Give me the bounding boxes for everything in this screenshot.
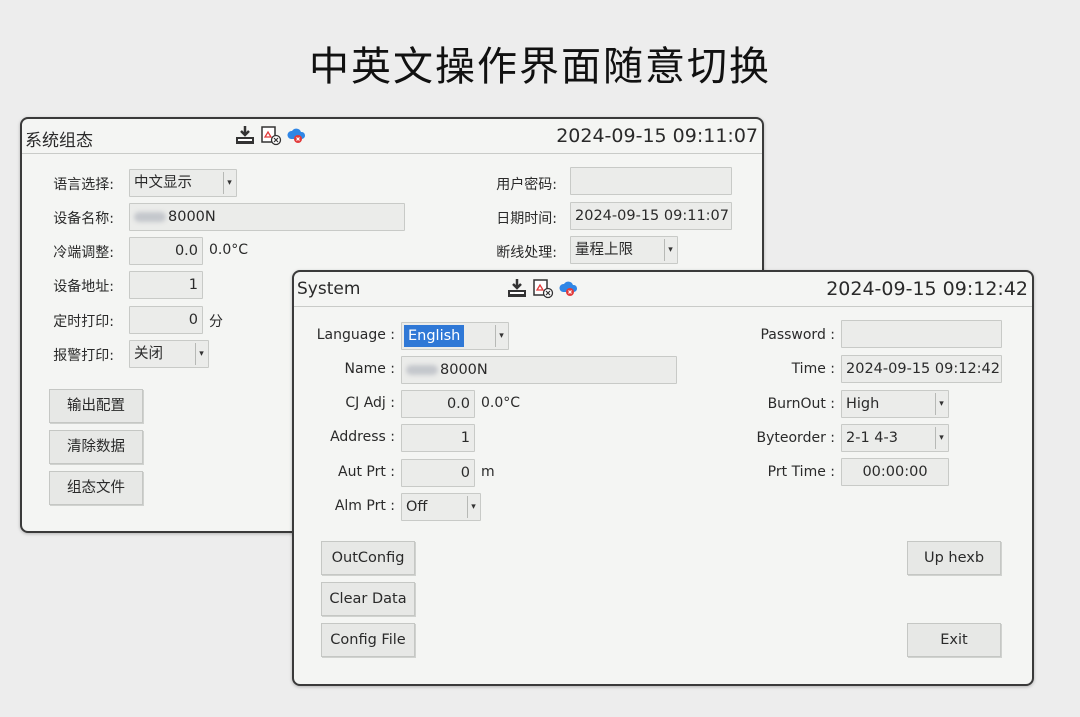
clear-data-button[interactable]: Clear Data xyxy=(321,582,415,616)
address-field[interactable]: 1 xyxy=(129,271,203,299)
redacted-mark xyxy=(406,365,438,375)
page-headline: 中英文操作界面随意切换 xyxy=(309,44,771,90)
datetime-label: 日期时间: xyxy=(496,211,557,227)
auto-print-unit: m xyxy=(481,464,495,480)
timer-print-field[interactable]: 0 xyxy=(129,306,203,334)
cj-adjust-field[interactable]: 0.0 xyxy=(401,390,475,418)
password-field[interactable] xyxy=(570,167,732,195)
address-label: Address : xyxy=(330,429,395,445)
language-label: Language : xyxy=(316,327,395,343)
clock-readout: 2024-09-15 09:12:42 xyxy=(826,278,1028,300)
timer-unit: 分 xyxy=(209,314,223,330)
timer-print-label: 定时打印: xyxy=(53,314,114,330)
out-config-button[interactable]: OutConfig xyxy=(321,541,415,575)
print-time-field[interactable]: 00:00:00 xyxy=(841,458,949,486)
out-config-button[interactable]: 输出配置 xyxy=(49,389,143,423)
language-select[interactable]: English ▾ xyxy=(401,322,509,350)
address-label: 设备地址: xyxy=(53,279,114,295)
byteorder-label: Byteorder : xyxy=(756,430,836,446)
screen-title: 系统组态 xyxy=(25,131,93,151)
config-file-button[interactable]: Config File xyxy=(321,623,415,657)
address-field[interactable]: 1 xyxy=(401,424,475,452)
print-time-label: Prt Time : xyxy=(767,464,835,480)
time-field[interactable]: 2024-09-15 09:12:42 xyxy=(841,355,1002,383)
cj-unit: 0.0°C xyxy=(209,242,249,258)
language-label: 语言选择: xyxy=(53,177,114,193)
clear-data-button[interactable]: 清除数据 xyxy=(49,430,143,464)
chevron-down-icon: ▾ xyxy=(195,343,207,365)
byteorder-select[interactable]: 2-1 4-3 ▾ xyxy=(841,424,949,452)
alarm-doc-icon[interactable] xyxy=(260,124,282,146)
screen-title: System xyxy=(297,279,361,299)
title-bar: 系统组态 2024-09-15 09:11:07 xyxy=(22,119,762,154)
alarm-print-select[interactable]: 关闭 ▾ xyxy=(129,340,209,368)
cj-adjust-label: 冷端调整: xyxy=(53,245,114,261)
burnout-label: BurnOut : xyxy=(767,396,835,412)
auto-print-label: Aut Prt : xyxy=(338,464,395,480)
chevron-down-icon: ▾ xyxy=(495,325,507,347)
password-label: Password : xyxy=(760,327,835,343)
device-name-label: Name : xyxy=(344,361,395,377)
cj-adjust-field[interactable]: 0.0 xyxy=(129,237,203,265)
password-field[interactable] xyxy=(841,320,1002,348)
cj-unit: 0.0°C xyxy=(481,395,521,411)
download-tray-icon[interactable] xyxy=(234,124,256,146)
chevron-down-icon: ▾ xyxy=(935,427,947,449)
config-file-button[interactable]: 组态文件 xyxy=(49,471,143,505)
redacted-mark xyxy=(134,212,166,222)
burnout-select[interactable]: 量程上限 ▾ xyxy=(570,236,678,264)
alarm-print-select[interactable]: Off ▾ xyxy=(401,493,481,521)
device-name-field[interactable]: 8000N xyxy=(401,356,677,384)
chevron-down-icon: ▾ xyxy=(664,239,676,261)
auto-print-field[interactable]: 0 xyxy=(401,459,475,487)
cj-adjust-label: CJ Adj : xyxy=(345,395,395,411)
password-label: 用户密码: xyxy=(496,177,557,193)
exit-button[interactable]: Exit xyxy=(907,623,1001,657)
alarm-print-label: Alm Prt : xyxy=(334,498,395,514)
language-select[interactable]: 中文显示 ▾ xyxy=(129,169,237,197)
device-name-label: 设备名称: xyxy=(53,211,114,227)
alarm-print-label: 报警打印: xyxy=(53,348,114,364)
device-name-field[interactable]: 8000N xyxy=(129,203,405,231)
chevron-down-icon: ▾ xyxy=(467,496,479,518)
cloud-error-icon[interactable] xyxy=(558,277,580,299)
burnout-select[interactable]: High ▾ xyxy=(841,390,949,418)
clock-readout: 2024-09-15 09:11:07 xyxy=(556,125,758,147)
alarm-doc-icon[interactable] xyxy=(532,277,554,299)
chevron-down-icon: ▾ xyxy=(223,172,235,194)
title-bar: System 2024-09-15 09:12:42 xyxy=(294,272,1032,307)
download-tray-icon[interactable] xyxy=(506,277,528,299)
datetime-field[interactable]: 2024-09-15 09:11:07 xyxy=(570,202,732,230)
cloud-error-icon[interactable] xyxy=(286,124,308,146)
up-hexb-button[interactable]: Up hexb xyxy=(907,541,1001,575)
status-icons xyxy=(506,277,580,299)
time-label: Time : xyxy=(791,361,835,377)
english-system-screen: System 2024-09-15 09:12:42 Language : En… xyxy=(292,270,1034,686)
status-icons xyxy=(234,124,308,146)
chevron-down-icon: ▾ xyxy=(935,393,947,415)
burnout-label: 断线处理: xyxy=(496,245,557,261)
